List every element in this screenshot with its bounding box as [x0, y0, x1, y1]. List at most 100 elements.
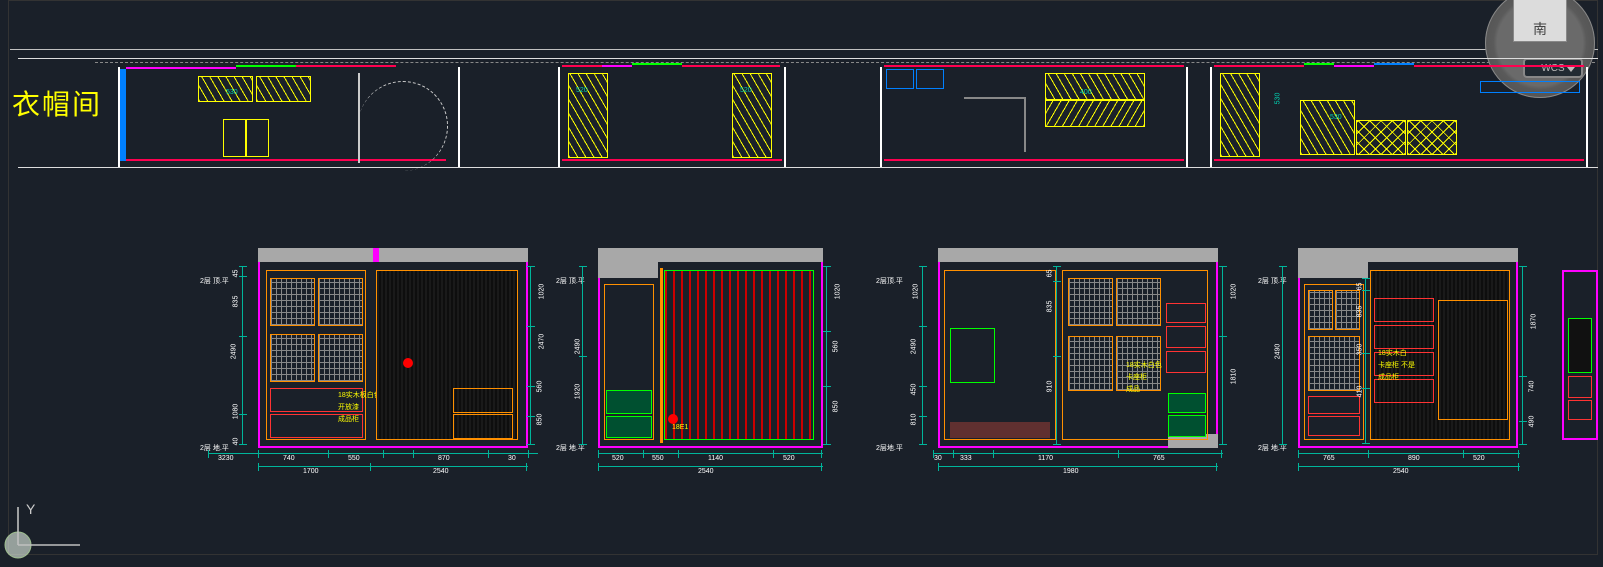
dim: 65 — [1356, 283, 1363, 291]
plan-view-4[interactable]: 530 530 — [1210, 59, 1590, 169]
dim-v-mid — [1365, 278, 1375, 443]
dim: 740 — [1528, 381, 1535, 393]
elevation-partial[interactable] — [1562, 248, 1598, 478]
dim-bot-2 — [1298, 466, 1520, 476]
plan4-dim-r: 530 — [1330, 114, 1342, 121]
dim: 560 — [536, 381, 543, 393]
cad-viewport[interactable]: 衣帽间 南 WCS 530 — [0, 0, 1603, 567]
dim: 520 — [612, 455, 624, 462]
dim: 30 — [934, 455, 942, 462]
dim: 740 — [283, 455, 295, 462]
note: 18实木白 — [1378, 350, 1407, 358]
plan-view-1[interactable]: 530 — [118, 59, 463, 169]
note: 成品柜 — [1378, 374, 1399, 382]
dim: 1020 — [1230, 284, 1237, 300]
dim: 835 — [1356, 306, 1363, 318]
dim: 1020 — [912, 284, 919, 300]
elevation-row: 18实木板白色 开放漆 成品柜 2层 顶.平 2层 地.平 45 835 249… — [18, 248, 1598, 543]
dim: 1020 — [538, 284, 545, 300]
dim: 550 — [652, 455, 664, 462]
dim: 1920 — [574, 384, 581, 400]
elevation-d[interactable]: 18实木白 卡座柜 不是 成品柜 2层 顶.平 2层 地.平 2490 65 8… — [1268, 248, 1528, 478]
note: 成品 — [1126, 386, 1140, 394]
view-cube[interactable]: 南 — [1485, 0, 1595, 48]
dim: 870 — [438, 455, 450, 462]
dim-v — [922, 266, 932, 444]
dim: 2490 — [574, 339, 581, 355]
dim: 30 — [508, 455, 516, 462]
dim-v — [582, 266, 592, 444]
dim: 550 — [348, 455, 360, 462]
dim: 1170 — [1038, 455, 1053, 462]
ucs-y: Y — [26, 501, 35, 517]
dim: 850 — [832, 401, 839, 413]
dim: 890 — [1408, 455, 1420, 462]
plan3-dim: 400 — [1080, 89, 1092, 96]
dim: 2540 — [433, 468, 449, 475]
plan-view-3[interactable]: 400 — [880, 59, 1190, 169]
dim: 410 — [1356, 386, 1363, 398]
level-bot: 2层地.平 — [876, 443, 903, 453]
dim: 1870 — [1530, 314, 1537, 330]
dim: 1020 — [834, 284, 841, 300]
dim: 2490 — [910, 339, 917, 355]
dim: 1810 — [1230, 369, 1237, 385]
plan-view-2[interactable]: 520 520 — [558, 59, 788, 169]
dim-bot-1 — [208, 453, 538, 463]
dim: 3230 — [218, 455, 234, 462]
level-bot: 2层 地.平 — [200, 443, 229, 453]
dim: 520 — [1473, 455, 1485, 462]
dim: 1980 — [1063, 468, 1079, 475]
plan2-dim-r: 520 — [740, 87, 752, 94]
dim: 1700 — [303, 468, 319, 475]
dim-bot-1 — [933, 453, 1223, 463]
level-top: 2层 顶.平 — [200, 276, 229, 286]
note: 开放漆 — [338, 404, 359, 412]
elevation-c[interactable]: 18实木白色 卡座柜 成品 2层顶.平 2层地.平 1020 2490 450 … — [878, 248, 1223, 478]
dim: 65 — [1046, 270, 1053, 278]
note: 卡座柜 不是 — [1378, 362, 1415, 370]
level-top: 2层 顶.平 — [556, 276, 585, 286]
dim: 2490 — [1274, 344, 1281, 360]
plan1-dim: 530 — [226, 89, 238, 96]
dim: 810 — [910, 414, 917, 426]
note: 卡座柜 — [1126, 374, 1147, 382]
view-cube-face-south[interactable]: 南 — [1513, 0, 1567, 42]
dim-v — [1282, 266, 1292, 444]
dim: 765 — [1153, 455, 1165, 462]
dim: 1080 — [232, 404, 239, 420]
note: 18实木白色 — [1126, 362, 1162, 370]
dim: 835 — [1046, 301, 1053, 313]
dim: 850 — [536, 414, 543, 426]
plan4-dim-l: 530 — [1274, 93, 1281, 105]
dim: 520 — [783, 455, 795, 462]
dim: 1140 — [708, 455, 723, 462]
dim: 835 — [232, 296, 239, 308]
dim: 910 — [1046, 381, 1053, 393]
dim-bot-2 — [258, 466, 528, 476]
note: 18实木板白色 — [338, 392, 381, 400]
dim-v-mid — [1056, 266, 1066, 444]
dim: 450 — [910, 384, 917, 396]
plan2-dim-l: 520 — [576, 87, 588, 94]
plan-row: 530 520 520 — [18, 58, 1598, 168]
dim: 560 — [832, 341, 839, 353]
dim: 45 — [232, 270, 239, 278]
dim: 40 — [232, 438, 239, 446]
dim: 350 — [1356, 344, 1363, 356]
rule-line — [10, 49, 1598, 50]
dim: 333 — [960, 455, 972, 462]
dim: 2540 — [1393, 468, 1409, 475]
note: 18E1 — [672, 424, 688, 432]
dim: 2470 — [538, 334, 545, 350]
dim-v — [242, 266, 252, 444]
elevation-b[interactable]: 18E1 2层 顶.平 2层 地.平 2490 1920 1020 560 85… — [568, 248, 823, 478]
elevation-a[interactable]: 18实木板白色 开放漆 成品柜 2层 顶.平 2层 地.平 45 835 249… — [208, 248, 508, 478]
ucs-icon[interactable]: Y — [4, 501, 84, 561]
level-top: 2层顶.平 — [876, 276, 903, 286]
dim: 2490 — [230, 344, 237, 360]
dim: 490 — [1528, 416, 1535, 428]
note: 成品柜 — [338, 416, 359, 424]
dim: 765 — [1323, 455, 1335, 462]
dim: 2540 — [698, 468, 714, 475]
